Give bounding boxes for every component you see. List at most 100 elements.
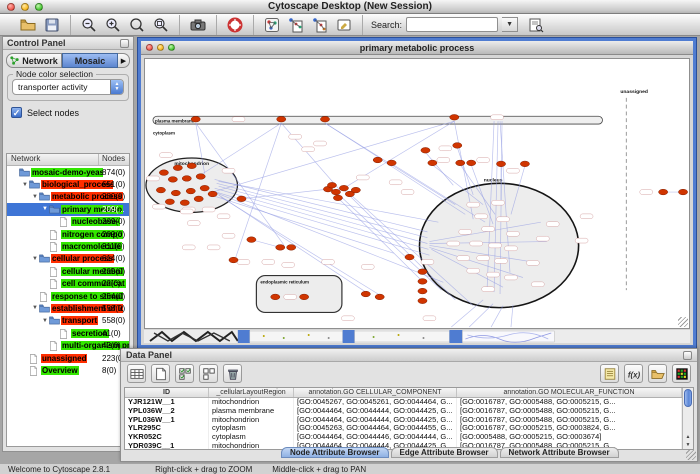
data-panel-float-icon[interactable]: [683, 351, 692, 360]
select-all-icon[interactable]: [175, 364, 194, 383]
tree-expand-arrow[interactable]: ▼: [21, 182, 29, 188]
graph-node[interactable]: [182, 176, 191, 182]
function-icon[interactable]: f(x): [624, 364, 643, 383]
graph-node[interactable]: [196, 174, 205, 180]
graph-node[interactable]: [375, 294, 384, 300]
graph-node[interactable]: [156, 187, 165, 193]
table-row[interactable]: YPL036W__2plasma membrane[GO:0044464, GO…: [125, 407, 682, 416]
annotation-icon[interactable]: [335, 16, 353, 34]
network-overview-icon[interactable]: [263, 16, 281, 34]
search-input[interactable]: [406, 17, 498, 32]
graph-node[interactable]: [237, 196, 246, 202]
graph-node[interactable]: [373, 157, 382, 163]
graph-node[interactable]: [331, 189, 340, 195]
tree-expand-arrow[interactable]: ▼: [31, 256, 39, 262]
graph-node[interactable]: [659, 189, 668, 195]
graph-node[interactable]: [418, 269, 427, 275]
graph-node[interactable]: [333, 195, 342, 201]
graph-node[interactable]: [191, 116, 200, 122]
graph-node[interactable]: [271, 294, 280, 300]
data-panel-resize-grip[interactable]: [686, 450, 696, 460]
snapshot-icon[interactable]: [189, 16, 207, 34]
table-row[interactable]: YJR121W__1mitochondrion[GO:0045267, GO:0…: [125, 398, 682, 407]
graph-node[interactable]: [327, 182, 336, 188]
graph-node[interactable]: [208, 191, 217, 197]
graph-node[interactable]: [496, 161, 505, 167]
graph-node[interactable]: [200, 185, 209, 191]
graph-node[interactable]: [467, 160, 476, 166]
tab-overflow-arrow[interactable]: ▶: [118, 53, 130, 68]
graph-node[interactable]: [300, 294, 309, 300]
graph-node[interactable]: [173, 165, 182, 171]
table-scrollbar[interactable]: ▲▼: [682, 388, 693, 449]
table-row[interactable]: YKR052Ccytoplasm[GO:0044464, GO:0044446,…: [125, 433, 682, 442]
graph-node[interactable]: [418, 279, 427, 285]
column-header-id[interactable]: ID: [125, 388, 209, 397]
tree-row-nitrogen-compo[interactable]: nitrogen compo209(0): [7, 228, 129, 240]
tree-row-macromolecule[interactable]: macromolecule311(0): [7, 240, 129, 252]
open-icon[interactable]: [19, 16, 37, 34]
graph-node[interactable]: [361, 291, 370, 297]
graph-node[interactable]: [287, 245, 296, 251]
tree-row-overview[interactable]: Overview8(0): [7, 364, 129, 376]
graph-node[interactable]: [165, 199, 174, 205]
graph-node[interactable]: [180, 200, 189, 206]
tree-row-biological-process[interactable]: ▼biological_process651(0): [7, 178, 129, 190]
canvas-resize-grip[interactable]: [678, 317, 688, 327]
table-row[interactable]: YLR295Ccytoplasm[GO:0045263, GO:0044464,…: [125, 424, 682, 433]
tab-network-attribute-browser[interactable]: Network Attribute Browser: [500, 447, 619, 458]
heatmap-icon[interactable]: [672, 364, 691, 383]
deselect-all-icon[interactable]: [199, 364, 218, 383]
tree-header-nodes[interactable]: Nodes: [99, 154, 129, 165]
tree-row-unassigned[interactable]: unassigned223(0): [7, 352, 129, 364]
graph-node[interactable]: [187, 163, 196, 169]
tree-row-response-to-stimul[interactable]: response to stimul264(0): [7, 290, 129, 302]
graph-node[interactable]: [277, 116, 286, 122]
tree-row-establishment-of-lo[interactable]: ▼establishment of lo558(0): [7, 302, 129, 314]
node-color-dropdown[interactable]: transporter activity ▲▼: [12, 79, 124, 95]
graph-node[interactable]: [678, 189, 687, 195]
import-network-icon[interactable]: [287, 16, 305, 34]
graph-node[interactable]: [194, 196, 203, 202]
tree-expand-arrow[interactable]: ▼: [31, 194, 39, 200]
column-header-region[interactable]: _cellularLayoutRegion: [209, 388, 294, 397]
graph-node[interactable]: [168, 177, 177, 183]
tree-row-mosaic-demo-yeast[interactable]: mosaic-demo-yeast874(0): [7, 166, 129, 178]
scrollbar-thumb[interactable]: [684, 389, 692, 407]
tree-row-cellular-process[interactable]: ▼cellular process614(0): [7, 253, 129, 265]
graph-node[interactable]: [320, 116, 329, 122]
import-attributes-icon[interactable]: [311, 16, 329, 34]
graph-node[interactable]: [418, 288, 427, 294]
search-dropdown-arrow[interactable]: ▼: [502, 17, 518, 32]
select-nodes-checkbox[interactable]: ✓: [11, 107, 22, 118]
graph-node[interactable]: [450, 114, 459, 120]
tree-header-network[interactable]: Network: [7, 154, 99, 165]
zoom-in-icon[interactable]: [104, 16, 122, 34]
graph-node[interactable]: [229, 257, 238, 263]
tree-row-metabolic-process[interactable]: ▼metabolic process280(0): [7, 191, 129, 203]
graph-node[interactable]: [428, 160, 437, 166]
zoom-selected-icon[interactable]: [128, 16, 146, 34]
open-folder-icon[interactable]: [648, 364, 667, 383]
network-canvas[interactable]: plasma membrane cytoplasm mitochondrion …: [144, 58, 690, 329]
tab-mosaic[interactable]: Mosaic: [62, 53, 118, 68]
search-advanced-icon[interactable]: [527, 16, 545, 34]
scrollbar-arrows[interactable]: ▲▼: [683, 433, 693, 449]
graph-node[interactable]: [171, 190, 180, 196]
graph-node[interactable]: [339, 185, 348, 191]
graph-node[interactable]: [453, 143, 462, 149]
tree-row-multi-organism-pro[interactable]: multi-organism pro42(0): [7, 339, 129, 351]
zoom-fit-icon[interactable]: [152, 16, 170, 34]
notes-icon[interactable]: [600, 364, 619, 383]
graph-node[interactable]: [418, 298, 427, 304]
help-icon[interactable]: [226, 16, 244, 34]
graph-node[interactable]: [186, 188, 195, 194]
graph-node[interactable]: [247, 237, 256, 243]
table-row[interactable]: YPL036W__1mitochondrion[GO:0044464, GO:0…: [125, 416, 682, 425]
zoom-out-icon[interactable]: [80, 16, 98, 34]
tree-row-nucleobase-[interactable]: nucleobase-209(0): [7, 216, 129, 228]
network-view-titlebar[interactable]: primary metabolic process: [141, 41, 693, 55]
graph-node[interactable]: [456, 160, 465, 166]
graph-node[interactable]: [351, 187, 360, 193]
tab-node-attribute-browser[interactable]: Node Attribute Browser: [281, 447, 389, 458]
